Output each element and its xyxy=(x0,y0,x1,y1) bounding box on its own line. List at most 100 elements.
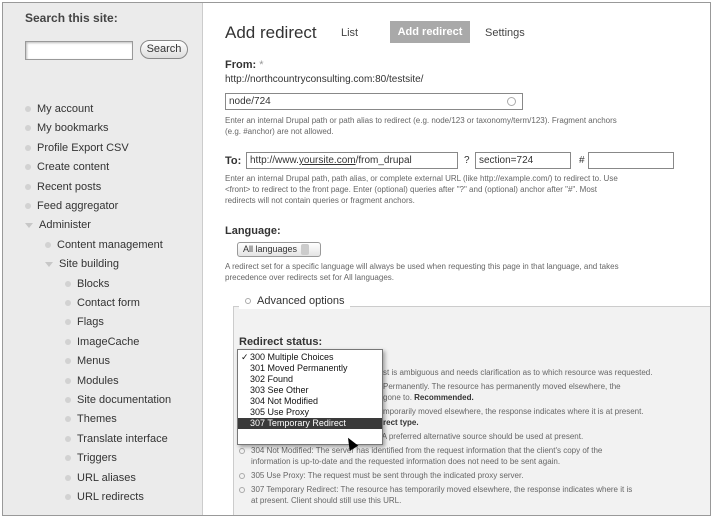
dropdown-option-label: 305 Use Proxy xyxy=(250,407,310,417)
tab-list[interactable]: List xyxy=(341,27,358,39)
language-description-1: A redirect set for a specific language w… xyxy=(225,262,619,271)
to-anchor-input[interactable] xyxy=(588,152,674,169)
sidebar-item-menus[interactable]: Menus xyxy=(65,355,110,367)
sidebar-item-label: URL aliases xyxy=(77,471,136,484)
sidebar-item-site-documentation[interactable]: Site documentation xyxy=(65,394,171,406)
sidebar-item-create-content[interactable]: Create content xyxy=(25,161,109,173)
sidebar-item-url-aliases[interactable]: URL aliases xyxy=(65,472,136,484)
search-input[interactable] xyxy=(25,41,133,60)
bullet-icon xyxy=(25,203,31,210)
status-text-bold: Recommended. xyxy=(414,393,474,402)
sidebar-item-translate-interface[interactable]: Translate interface xyxy=(65,433,168,445)
sidebar-item-label: My account xyxy=(37,103,94,115)
bullet-icon xyxy=(65,494,71,501)
sidebar-item-label: ImageCache xyxy=(77,335,140,348)
autocomplete-icon xyxy=(507,97,516,106)
bullet-icon xyxy=(65,300,71,307)
sidebar-item-feed-aggregator[interactable]: Feed aggregator xyxy=(25,200,118,212)
select-arrows-icon xyxy=(301,244,310,256)
redirect-status-label: Redirect status: xyxy=(239,336,323,348)
sidebar-item-label: Administer xyxy=(39,219,91,232)
status-text-pre: information is up-to-date and the reques… xyxy=(251,457,561,466)
sidebar-item-recent-posts[interactable]: Recent posts xyxy=(25,181,101,193)
dropdown-option-label: 304 Not Modified xyxy=(250,396,319,406)
tab-add-redirect[interactable]: Add redirect xyxy=(390,21,470,43)
sidebar-item-themes[interactable]: Themes xyxy=(65,413,117,425)
sidebar-item-site-building[interactable]: Site building xyxy=(45,258,119,270)
bullet-icon xyxy=(25,183,31,190)
bullet-icon xyxy=(65,358,71,365)
sidebar-item-label: URL redirects xyxy=(77,491,144,503)
from-path-input[interactable]: node/724 xyxy=(225,93,523,110)
redirect-status-dropdown[interactable]: ✓ 300 Multiple Choices 301 Moved Permanent… xyxy=(237,349,383,445)
sidebar-item-my-account[interactable]: My account xyxy=(25,103,93,115)
from-description-2: (e.g. #anchor) are not allowed. xyxy=(225,127,334,136)
sidebar-item-blocks[interactable]: Blocks xyxy=(65,278,109,290)
status-text-post: st is ambiguous and needs clarification … xyxy=(383,368,653,377)
status-description-line: 305 Use Proxy: The request must be sent … xyxy=(239,470,523,481)
dropdown-option[interactable]: 303 See Other xyxy=(238,385,382,396)
status-radio[interactable] xyxy=(239,486,245,493)
bullet-icon xyxy=(25,106,31,113)
bullet-icon xyxy=(25,144,31,151)
sidebar-item-label: Blocks xyxy=(77,277,110,290)
expanded-arrow-icon xyxy=(45,261,53,267)
dropdown-option[interactable]: 301 Moved Permanently xyxy=(238,363,382,374)
status-description-line: 304 Not Modified: The server has identif… xyxy=(239,445,602,456)
status-text-pre: mporarily moved elsewhere, the response … xyxy=(383,407,644,416)
sidebar-item-content-management[interactable]: Content management xyxy=(45,239,163,251)
dropdown-option[interactable]: 304 Not Modified xyxy=(238,396,382,407)
sidebar-item-modules[interactable]: Modules xyxy=(65,375,119,387)
to-query-input[interactable]: section=724 xyxy=(475,152,571,169)
sidebar-item-flags[interactable]: Flags xyxy=(65,316,104,328)
status-description-line: mporarily moved elsewhere, the response … xyxy=(383,406,644,417)
sidebar-item-url-redirects[interactable]: URL redirects xyxy=(65,491,144,503)
sidebar-item-profile-export-csv[interactable]: Profile Export CSV xyxy=(25,142,129,154)
dropdown-option[interactable]: 302 Found xyxy=(238,374,382,385)
sidebar-item-administer[interactable]: Administer xyxy=(25,219,91,231)
status-text-pre: 304 Not Modified: The server has identif… xyxy=(251,446,603,455)
sidebar-item-my-bookmarks[interactable]: My bookmarks xyxy=(25,122,109,134)
status-radio[interactable] xyxy=(239,472,245,479)
dropdown-option[interactable]: 307 Temporary Redirect xyxy=(238,418,382,429)
sidebar-item-label: Create content xyxy=(37,161,110,174)
bullet-icon xyxy=(65,455,71,462)
sidebar-item-label: Content management xyxy=(57,238,163,251)
collapse-toggle-icon xyxy=(245,298,251,305)
status-text-pre: 305 Use Proxy: The request must be sent … xyxy=(251,471,524,480)
from-description-1: Enter an internal Drupal path or path al… xyxy=(225,116,617,125)
to-description-1: Enter an internal Drupal path, path alia… xyxy=(225,174,618,183)
status-radio[interactable] xyxy=(239,447,245,454)
to-url-input[interactable]: http://www.yoursite.com/from_drupal xyxy=(246,152,458,169)
status-text-pre: 307 Temporary Redirect: The resource has… xyxy=(251,485,633,494)
sidebar-item-contact-form[interactable]: Contact form xyxy=(65,297,140,309)
sidebar-item-label: Triggers xyxy=(77,452,117,465)
status-description-line: at present. Client should still use this… xyxy=(251,495,401,506)
dropdown-option[interactable]: ✓ 300 Multiple Choices xyxy=(238,352,382,363)
bullet-icon xyxy=(65,280,71,287)
status-description-line: st is ambiguous and needs clarification … xyxy=(383,367,652,378)
sidebar-item-label: Site building xyxy=(59,258,119,271)
search-button[interactable]: Search xyxy=(140,40,188,59)
language-select[interactable]: All languages xyxy=(237,242,321,257)
sidebar-item-label: Recent posts xyxy=(37,180,102,193)
bullet-icon xyxy=(25,125,31,132)
from-base-url: http://northcountryconsulting.com:80/tes… xyxy=(225,74,424,85)
dropdown-option[interactable]: 305 Use Proxy xyxy=(238,407,382,418)
sidebar-item-imagecache[interactable]: ImageCache xyxy=(65,336,139,348)
search-title: Search this site: xyxy=(25,11,118,25)
status-text-pre: gone to. xyxy=(383,393,415,402)
sidebar-item-label: Translate interface xyxy=(77,432,168,445)
advanced-options-legend[interactable]: Advanced options xyxy=(239,293,351,309)
dropdown-option-label: 307 Temporary Redirect xyxy=(250,418,346,428)
status-text-pre: Permanently. The resource has permanentl… xyxy=(383,382,621,391)
to-description-3: redirects will not contain queries or fr… xyxy=(225,196,415,205)
to-label: To: xyxy=(225,155,242,167)
sidebar-item-label: My bookmarks xyxy=(37,122,109,135)
tab-settings[interactable]: Settings xyxy=(485,27,525,39)
dropdown-option-label: 303 See Other xyxy=(250,385,309,395)
dropdown-option-label: 300 Multiple Choices xyxy=(250,352,334,362)
sidebar-item-triggers[interactable]: Triggers xyxy=(65,452,117,464)
sidebar-item-label: Profile Export CSV xyxy=(37,141,129,154)
status-text-bold: rect type. xyxy=(383,418,419,427)
